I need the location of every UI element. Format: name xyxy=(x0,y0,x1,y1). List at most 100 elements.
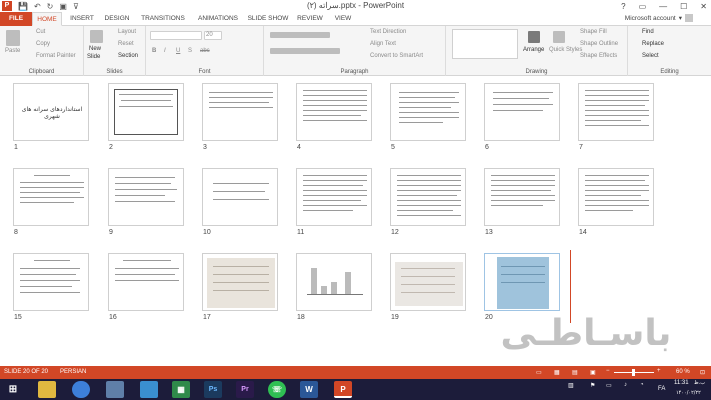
flag-icon[interactable]: ⚑ xyxy=(590,382,595,389)
slide-thumbnail-4[interactable] xyxy=(296,83,372,141)
section-button[interactable]: Section xyxy=(118,53,138,59)
italic-button[interactable]: I xyxy=(164,48,166,54)
strikethrough-button[interactable]: abc xyxy=(200,48,210,54)
shape-effects-button[interactable]: Shape Effects xyxy=(580,53,617,59)
arrange-button[interactable]: Arrange xyxy=(523,47,544,53)
normal-view-icon[interactable]: ▭ xyxy=(536,369,542,376)
slide-number: 4 xyxy=(297,144,301,151)
close-button[interactable]: ✕ xyxy=(700,2,707,11)
slide-thumbnail-5[interactable] xyxy=(390,83,466,141)
shape-fill-button[interactable]: Shape Fill xyxy=(580,29,607,35)
format-painter-button[interactable]: Format Painter xyxy=(36,53,76,59)
photoshop-icon[interactable]: Ps xyxy=(204,381,222,398)
new-slide-label[interactable]: Slide xyxy=(87,54,100,60)
replace-button[interactable]: Replace xyxy=(642,41,664,47)
tab-file[interactable]: FILE xyxy=(0,12,32,26)
chrome-icon[interactable] xyxy=(72,381,90,398)
network-icon[interactable]: ▥ xyxy=(568,382,574,389)
maximize-button[interactable]: ☐ xyxy=(680,2,687,11)
zoom-out-icon[interactable]: − xyxy=(606,368,610,374)
slide-thumbnail-9[interactable] xyxy=(108,168,184,226)
tab-home[interactable]: HOME xyxy=(32,12,62,26)
slide-number: 1 xyxy=(14,144,18,151)
list-buttons-icon[interactable] xyxy=(270,32,330,38)
computer-icon[interactable] xyxy=(106,381,124,398)
paste-icon[interactable] xyxy=(6,30,20,46)
avatar xyxy=(685,14,693,22)
volume-icon[interactable]: ♪ xyxy=(624,382,627,388)
slide-thumbnail-7[interactable] xyxy=(578,83,654,141)
zoom-level[interactable]: 60 % xyxy=(676,369,690,375)
zoom-slider-thumb[interactable] xyxy=(632,369,635,376)
start-button-icon[interactable]: ⊞ xyxy=(4,381,22,398)
quick-styles-button[interactable]: Quick Styles xyxy=(549,47,582,53)
tab-animations[interactable]: ANIMATIONS xyxy=(192,12,244,26)
premiere-icon[interactable]: Pr xyxy=(236,381,254,398)
store-icon[interactable] xyxy=(140,381,158,398)
bold-button[interactable]: B xyxy=(152,48,156,54)
copy-button[interactable]: Copy xyxy=(36,41,50,47)
slide-thumbnail-19[interactable] xyxy=(390,253,466,311)
slideshow-view-icon[interactable]: ▣ xyxy=(590,369,596,376)
cut-button[interactable]: Cut xyxy=(36,29,45,35)
account-menu[interactable]: Microsoft account ▾ xyxy=(625,14,693,22)
slide-thumbnail-1[interactable]: استانداردهای سرانه های شهری xyxy=(13,83,89,141)
layout-button[interactable]: Layout xyxy=(118,29,136,35)
ribbon-display-button[interactable]: ▭ xyxy=(639,2,647,11)
slide-thumbnail-2[interactable] xyxy=(108,83,184,141)
help-button[interactable]: ? xyxy=(621,2,625,11)
text-direction-button[interactable]: Text Direction xyxy=(370,29,406,35)
quick-styles-icon[interactable] xyxy=(553,31,565,43)
slide-thumbnail-8[interactable] xyxy=(13,168,89,226)
convert-smartart-button[interactable]: Convert to SmartArt xyxy=(370,53,423,59)
battery-icon[interactable]: ▭ xyxy=(606,382,612,389)
zoom-in-icon[interactable]: + xyxy=(657,368,661,374)
tab-insert[interactable]: INSERT xyxy=(66,12,98,26)
slide-thumbnail-14[interactable] xyxy=(578,168,654,226)
arrange-icon[interactable] xyxy=(528,31,540,43)
slide-thumbnail-17[interactable] xyxy=(202,253,278,311)
select-button[interactable]: Select xyxy=(642,53,659,59)
tab-review[interactable]: REVIEW xyxy=(293,12,327,26)
clock-time[interactable]: 11:31 xyxy=(674,380,689,386)
slide-thumbnail-16[interactable] xyxy=(108,253,184,311)
paste-button[interactable]: Paste xyxy=(5,48,20,54)
font-name-input[interactable] xyxy=(150,31,202,40)
whatsapp-icon[interactable]: ☏ xyxy=(268,381,286,398)
slide-thumbnail-20[interactable] xyxy=(484,253,560,311)
word-icon[interactable]: W xyxy=(300,381,318,398)
shape-outline-button[interactable]: Shape Outline xyxy=(580,41,618,47)
underline-button[interactable]: U xyxy=(176,48,180,54)
minimize-button[interactable]: — xyxy=(659,2,667,11)
tab-design[interactable]: DESIGN xyxy=(101,12,133,26)
keyboard-language[interactable]: FA xyxy=(658,386,665,392)
powerpoint-taskbar-icon[interactable]: P xyxy=(334,381,352,398)
reset-button[interactable]: Reset xyxy=(118,41,134,47)
slide-thumbnail-10[interactable] xyxy=(202,168,278,226)
tab-transitions[interactable]: TRANSITIONS xyxy=(137,12,189,26)
alignment-buttons-icon[interactable] xyxy=(270,48,340,54)
calculator-icon[interactable]: ▦ xyxy=(172,381,190,398)
slide-thumbnail-13[interactable] xyxy=(484,168,560,226)
fit-slide-icon[interactable]: ⊡ xyxy=(700,369,705,376)
find-button[interactable]: Find xyxy=(642,29,654,35)
new-slide-icon[interactable] xyxy=(90,30,103,43)
slide-sorter-view-icon[interactable]: ▦ xyxy=(554,369,560,376)
shadow-button[interactable]: S xyxy=(188,48,192,54)
reading-view-icon[interactable]: ▤ xyxy=(572,369,578,376)
slide-thumbnail-18[interactable] xyxy=(296,253,372,311)
clock-date[interactable]: ۱۴۰۰/۰۲/۲۲ xyxy=(676,390,701,396)
language-indicator[interactable]: PERSIAN xyxy=(60,369,86,375)
slide-thumbnail-11[interactable] xyxy=(296,168,372,226)
slide-thumbnail-6[interactable] xyxy=(484,83,560,141)
tab-slide-show[interactable]: SLIDE SHOW xyxy=(246,12,290,26)
shapes-gallery[interactable] xyxy=(452,29,518,59)
align-text-button[interactable]: Align Text xyxy=(370,41,396,47)
file-explorer-icon[interactable] xyxy=(38,381,56,398)
slide-thumbnail-3[interactable] xyxy=(202,83,278,141)
tab-view[interactable]: VIEW xyxy=(330,12,356,26)
slide-thumbnail-15[interactable] xyxy=(13,253,89,311)
slide-thumbnail-12[interactable] xyxy=(390,168,466,226)
new-slide-button[interactable]: New xyxy=(89,46,101,52)
wifi-icon[interactable]: ◔ xyxy=(640,382,644,388)
